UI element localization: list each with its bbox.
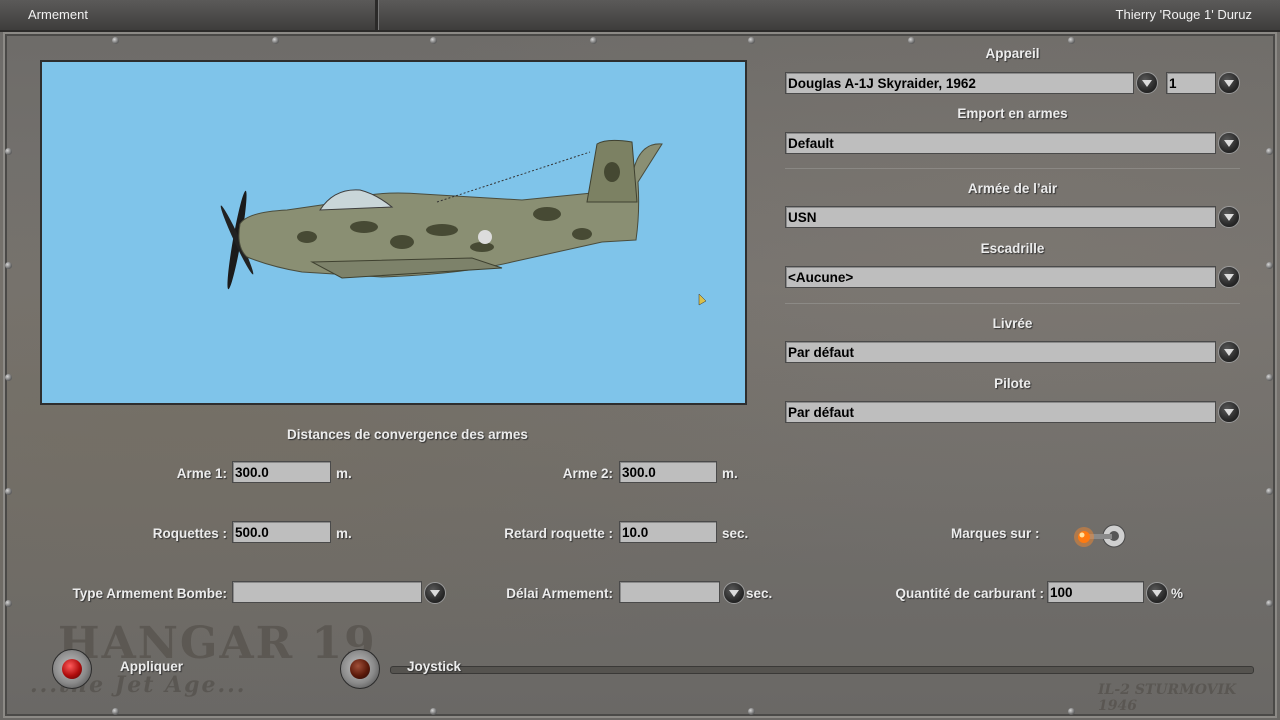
gun1-unit: m. <box>336 466 352 481</box>
joystick-button-icon[interactable] <box>340 649 380 689</box>
livery-label: Livrée <box>992 316 1033 331</box>
aircraft-dropdown-arrow-icon[interactable] <box>1136 72 1158 94</box>
pilot-dropdown-arrow-icon[interactable] <box>1218 401 1240 423</box>
fuel-dropdown-arrow-icon[interactable] <box>1146 582 1168 604</box>
livery-select[interactable]: Par défaut <box>785 341 1216 363</box>
markings-toggle-icon[interactable] <box>1072 522 1132 555</box>
rockets-label: Roquettes : <box>152 526 227 541</box>
fuel-unit: % <box>1171 586 1184 601</box>
rivet <box>748 708 755 715</box>
loadout-label: Emport en armes <box>957 106 1068 121</box>
gun2-label: Arme 2: <box>562 466 613 481</box>
arming-delay-unit: sec. <box>746 586 773 601</box>
markings-label: Marques sur : <box>951 526 1040 541</box>
rivet <box>1266 600 1273 607</box>
arming-delay-label: Délai Armement: <box>506 586 613 601</box>
rivet <box>748 37 755 44</box>
rivet <box>1266 374 1273 381</box>
bomb-type-label: Type Armement Bombe: <box>72 586 227 601</box>
aircraft-image <box>220 139 707 306</box>
section-divider <box>785 303 1240 304</box>
pilot-label: Pilote <box>994 376 1031 391</box>
arming-delay-dropdown-arrow-icon[interactable] <box>723 582 745 604</box>
bomb-type-dropdown-arrow-icon[interactable] <box>424 582 446 604</box>
pilot-name: Thierry 'Rouge 1' Duruz <box>1115 7 1252 22</box>
convergence-heading: Distances de convergence des armes <box>287 427 528 442</box>
rocket-delay-input[interactable]: 10.0 <box>619 521 717 543</box>
rivet <box>430 37 437 44</box>
loadout-dropdown-arrow-icon[interactable] <box>1218 132 1240 154</box>
rivet <box>1068 708 1075 715</box>
aircraft-count-select[interactable]: 1 <box>1166 72 1216 94</box>
joystick-button-label[interactable]: Joystick <box>407 659 461 674</box>
rivet <box>1266 488 1273 495</box>
rockets-input[interactable]: 500.0 <box>232 521 331 543</box>
rivet <box>1068 37 1075 44</box>
aircraft-select[interactable]: Douglas A-1J Skyraider, 1962 <box>785 72 1134 94</box>
rivet <box>590 37 597 44</box>
game-logo-watermark: IL-2 STURMOVIK 1946 <box>1098 682 1237 714</box>
rivet <box>908 37 915 44</box>
section-divider <box>785 168 1240 169</box>
aircraft-label: Appareil <box>985 46 1040 61</box>
rivet <box>5 488 12 495</box>
rocket-delay-label: Retard roquette : <box>504 526 613 541</box>
rivet <box>1266 148 1273 155</box>
loadout-select[interactable]: Default <box>785 132 1216 154</box>
apply-button-icon[interactable] <box>52 649 92 689</box>
rivet <box>1266 262 1273 269</box>
squadron-label: Escadrille <box>980 241 1045 256</box>
rivet <box>5 148 12 155</box>
pilot-select[interactable]: Par défaut <box>785 401 1216 423</box>
gun1-label: Arme 1: <box>176 466 227 481</box>
rocket-delay-unit: sec. <box>722 526 749 541</box>
title-bar: Armement Thierry 'Rouge 1' Duruz <box>0 0 1280 32</box>
rockets-unit: m. <box>336 526 352 541</box>
hangar-logo-watermark: HANGAR 19 <box>58 618 377 669</box>
squadron-dropdown-arrow-icon[interactable] <box>1218 266 1240 288</box>
apply-button-label[interactable]: Appliquer <box>120 659 183 674</box>
arming-delay-select[interactable] <box>619 581 720 603</box>
airforce-select[interactable]: USN <box>785 206 1216 228</box>
bottom-rail <box>390 666 1254 674</box>
rivet <box>112 708 119 715</box>
fuel-select[interactable]: 100 <box>1047 581 1144 603</box>
rivet <box>272 37 279 44</box>
airforce-label: Armée de l’air <box>967 181 1058 196</box>
livery-dropdown-arrow-icon[interactable] <box>1218 341 1240 363</box>
gun2-input[interactable]: 300.0 <box>619 461 717 483</box>
title-divider <box>375 0 379 30</box>
squadron-select[interactable]: <Aucune> <box>785 266 1216 288</box>
rivet <box>5 262 12 269</box>
bomb-type-select[interactable] <box>232 581 422 603</box>
rivet <box>5 600 12 607</box>
rivet <box>430 708 437 715</box>
gun2-unit: m. <box>722 466 738 481</box>
window-title: Armement <box>28 7 88 22</box>
rivet <box>5 374 12 381</box>
aircraft-preview[interactable] <box>40 60 747 405</box>
rivet <box>112 37 119 44</box>
count-dropdown-arrow-icon[interactable] <box>1218 72 1240 94</box>
fuel-label: Quantité de carburant : <box>895 586 1044 601</box>
airforce-dropdown-arrow-icon[interactable] <box>1218 206 1240 228</box>
gun1-input[interactable]: 300.0 <box>232 461 331 483</box>
